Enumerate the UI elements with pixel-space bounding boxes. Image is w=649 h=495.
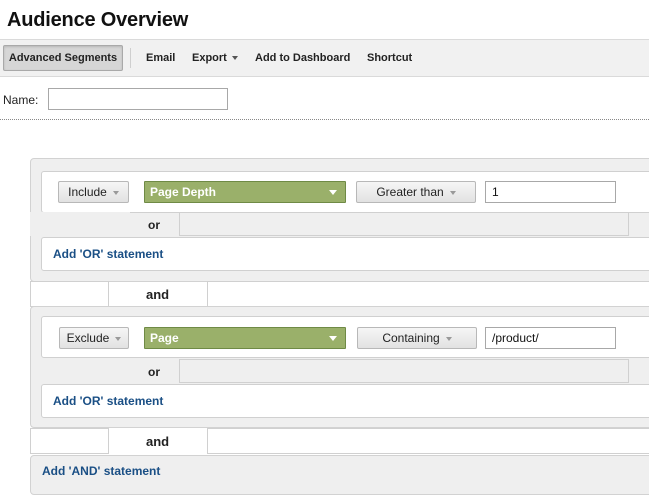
condition-value-input[interactable]: 1 [485, 181, 616, 203]
and-label: and [146, 434, 170, 449]
advanced-segments-button[interactable]: Advanced Segments [3, 45, 123, 71]
operator-dropdown[interactable]: Greater than [356, 181, 476, 203]
divider [0, 119, 649, 120]
add-or-row: Add 'OR' statement [41, 384, 649, 418]
and-connector-left [30, 428, 109, 454]
and-label: and [146, 287, 170, 302]
chevron-down-icon [231, 56, 238, 61]
toolbar-separator [130, 48, 131, 68]
operator-dropdown[interactable]: Containing [357, 327, 477, 349]
and-connector-left [30, 281, 109, 307]
chevron-down-icon [449, 190, 456, 195]
condition-value-input[interactable]: /product/ [485, 327, 616, 349]
toolbar: Advanced Segments Email Export Add to Da… [0, 39, 649, 77]
dimension-label: Page Depth [150, 185, 217, 199]
dimension-label: Page [150, 331, 179, 345]
operator-label: Containing [382, 331, 440, 345]
shortcut-button[interactable]: Shortcut [367, 52, 412, 64]
name-label: Name: [3, 93, 39, 107]
condition-block-include: Include Page Depth Greater than 1 or Add… [30, 158, 649, 282]
condition-block-exclude: Exclude Page Containing /product/ or Add… [30, 306, 649, 428]
condition-row: Exclude Page Containing /product/ [41, 316, 649, 358]
chevron-down-icon [329, 190, 337, 195]
add-to-dashboard-button[interactable]: Add to Dashboard [255, 52, 350, 64]
or-gap-right [179, 212, 629, 236]
dimension-dropdown-page-depth[interactable]: Page Depth [144, 181, 346, 203]
condition-row: Include Page Depth Greater than 1 [41, 171, 649, 213]
exclude-label: Exclude [66, 331, 110, 345]
or-label: or [148, 218, 160, 232]
page-title: Audience Overview [7, 9, 189, 31]
add-or-statement-link[interactable]: Add 'OR' statement [53, 247, 163, 261]
chevron-down-icon [112, 190, 119, 195]
and-connector-right [207, 428, 649, 454]
exclude-dropdown[interactable]: Exclude [59, 327, 129, 349]
add-or-row: Add 'OR' statement [41, 237, 649, 271]
add-and-statement-link[interactable]: Add 'AND' statement [42, 464, 160, 478]
or-label: or [148, 365, 160, 379]
chevron-down-icon [329, 336, 337, 341]
chevron-down-icon [445, 336, 452, 341]
operator-label: Greater than [376, 185, 444, 199]
name-input[interactable] [48, 88, 228, 110]
include-label: Include [68, 185, 107, 199]
chevron-down-icon [115, 336, 122, 341]
email-button[interactable]: Email [146, 52, 175, 64]
add-and-row: Add 'AND' statement [30, 455, 649, 495]
export-button[interactable]: Export [192, 52, 238, 64]
export-label: Export [192, 52, 227, 64]
and-connector-right [207, 281, 649, 307]
include-dropdown[interactable]: Include [58, 181, 129, 203]
or-gap-left [30, 212, 130, 236]
dimension-dropdown-page[interactable]: Page [144, 327, 346, 349]
or-gap-right [179, 359, 629, 383]
add-or-statement-link[interactable]: Add 'OR' statement [53, 394, 163, 408]
